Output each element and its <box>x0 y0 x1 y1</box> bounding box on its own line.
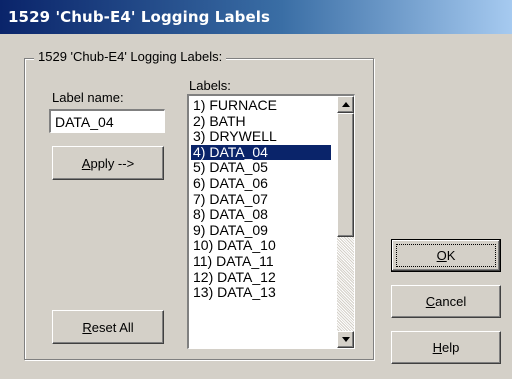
ok-button[interactable]: OK <box>391 239 501 272</box>
list-item[interactable]: 6) DATA_06 <box>191 175 331 192</box>
reset-all-button[interactable]: Reset All <box>52 310 164 344</box>
window-title: 1529 'Chub-E4' Logging Labels <box>8 8 271 26</box>
list-item[interactable]: 8) DATA_08 <box>191 207 331 223</box>
list-item[interactable]: 1) FURNACE <box>191 97 331 114</box>
list-item[interactable]: 2) BATH <box>191 113 331 130</box>
arrow-down-icon <box>342 337 350 342</box>
list-item[interactable]: 5) DATA_05 <box>191 160 331 176</box>
title-bar: 1529 'Chub-E4' Logging Labels <box>0 0 512 34</box>
labels-scrollbar[interactable] <box>337 96 354 348</box>
label-name-caption: Label name: <box>52 90 124 105</box>
group-box-title: 1529 'Chub-E4' Logging Labels: <box>34 49 227 64</box>
list-item[interactable]: 10) DATA_10 <box>191 238 331 254</box>
apply-button[interactable]: Apply --> <box>52 146 164 180</box>
list-item[interactable]: 9) DATA_09 <box>191 222 331 239</box>
scroll-up-button[interactable] <box>337 96 354 113</box>
list-item[interactable]: 12) DATA_12 <box>191 269 331 286</box>
list-item[interactable]: 11) DATA_11 <box>191 253 331 270</box>
labels-listbox[interactable]: 1) FURNACE 2) BATH 3) DRYWELL 4) DATA_04 5) … <box>187 94 355 349</box>
labels-list: 1) FURNACE 2) BATH 3) DRYWELL 4) DATA_04 5) … <box>191 97 331 301</box>
list-item[interactable]: 4) DATA_04 <box>191 144 331 161</box>
label-name-input[interactable] <box>49 109 165 133</box>
list-item[interactable]: 13) DATA_13 <box>191 285 331 301</box>
cancel-button[interactable]: Cancel <box>391 285 501 318</box>
list-item[interactable]: 3) DRYWELL <box>191 129 331 145</box>
help-button[interactable]: Help <box>391 331 501 364</box>
scroll-thumb[interactable] <box>337 113 354 237</box>
scroll-down-button[interactable] <box>337 331 354 348</box>
labels-caption: Labels: <box>189 78 231 93</box>
list-item[interactable]: 7) DATA_07 <box>191 191 331 208</box>
arrow-up-icon <box>342 102 350 107</box>
